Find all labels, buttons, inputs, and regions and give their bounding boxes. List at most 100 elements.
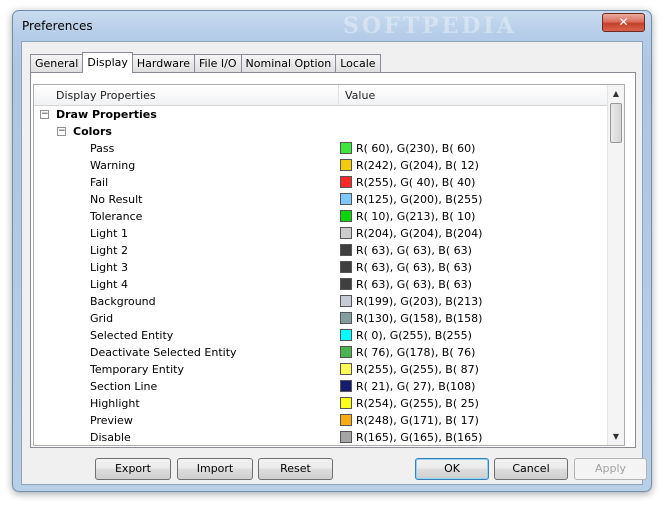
property-name: Background xyxy=(90,295,156,308)
property-name: Preview xyxy=(90,414,133,427)
color-swatch[interactable] xyxy=(340,295,352,307)
group-label: Draw Properties xyxy=(56,108,157,121)
property-value[interactable]: R( 21), G( 27), B(108) xyxy=(340,378,475,395)
property-value[interactable]: R(130), G(158), B(158) xyxy=(340,310,482,327)
property-value[interactable]: R( 0), G(255), B(255) xyxy=(340,327,472,344)
tab-file-io[interactable]: File I/O xyxy=(194,54,242,73)
color-swatch[interactable] xyxy=(340,261,352,273)
collapse-icon[interactable]: − xyxy=(40,110,49,119)
property-value[interactable]: R(125), G(200), B(255) xyxy=(340,191,482,208)
property-row[interactable]: Tolerance R( 10), G(213), B( 10) xyxy=(34,208,609,225)
property-row[interactable]: Section Line R( 21), G( 27), B(108) xyxy=(34,378,609,395)
property-row[interactable]: Pass R( 60), G(230), B( 60) xyxy=(34,140,609,157)
property-name: Disable xyxy=(90,431,131,444)
property-row[interactable]: Warning R(242), G(204), B( 12) xyxy=(34,157,609,174)
ok-button[interactable]: OK xyxy=(415,458,489,480)
color-swatch[interactable] xyxy=(340,346,352,358)
scroll-down-arrow-icon[interactable]: ▼ xyxy=(608,428,624,445)
property-value[interactable]: R( 60), G(230), B( 60) xyxy=(340,140,475,157)
property-row[interactable]: Background R(199), G(203), B(213) xyxy=(34,293,609,310)
color-swatch[interactable] xyxy=(340,159,352,171)
property-value[interactable]: R(199), G(203), B(213) xyxy=(340,293,482,310)
property-name: Light 4 xyxy=(90,278,128,291)
property-row[interactable]: Disable R(165), G(165), B(165) xyxy=(34,429,609,445)
property-name: Tolerance xyxy=(90,210,143,223)
cancel-button[interactable]: Cancel xyxy=(494,458,568,480)
property-name: Light 3 xyxy=(90,261,128,274)
property-row[interactable]: No Result R(125), G(200), B(255) xyxy=(34,191,609,208)
close-button[interactable]: ✕ xyxy=(602,13,645,32)
property-row[interactable]: Selected Entity R( 0), G(255), B(255) xyxy=(34,327,609,344)
property-row[interactable]: Light 1 R(204), G(204), B(204) xyxy=(34,225,609,242)
property-row[interactable]: Grid R(130), G(158), B(158) xyxy=(34,310,609,327)
column-header-value[interactable]: Value xyxy=(339,85,609,106)
property-name: Light 2 xyxy=(90,244,128,257)
property-row[interactable]: Light 3 R( 63), G( 63), B( 63) xyxy=(34,259,609,276)
dialog-client-area: General Display Hardware File I/O Nomina… xyxy=(21,41,647,485)
window-title: Preferences xyxy=(22,19,93,33)
color-swatch[interactable] xyxy=(340,278,352,290)
scroll-thumb[interactable] xyxy=(610,103,622,143)
color-swatch[interactable] xyxy=(340,244,352,256)
property-name: Deactivate Selected Entity xyxy=(90,346,237,359)
property-name: Grid xyxy=(90,312,114,325)
property-value[interactable]: R( 63), G( 63), B( 63) xyxy=(340,259,472,276)
property-value[interactable]: R(242), G(204), B( 12) xyxy=(340,157,479,174)
color-swatch[interactable] xyxy=(340,380,352,392)
color-value-text: R( 21), G( 27), B(108) xyxy=(356,380,476,393)
color-swatch[interactable] xyxy=(340,176,352,188)
color-swatch[interactable] xyxy=(340,329,352,341)
tab-hardware[interactable]: Hardware xyxy=(131,54,196,73)
color-swatch[interactable] xyxy=(340,431,352,443)
property-row[interactable]: Preview R(248), G(171), B( 17) xyxy=(34,412,609,429)
property-row[interactable]: Temporary Entity R(255), G(255), B( 87) xyxy=(34,361,609,378)
color-value-text: R( 63), G( 63), B( 63) xyxy=(356,278,472,291)
scroll-up-arrow-icon[interactable]: ▲ xyxy=(608,85,624,102)
column-header-property[interactable]: Display Properties xyxy=(34,85,339,106)
property-name: Selected Entity xyxy=(90,329,174,342)
property-value[interactable]: R( 63), G( 63), B( 63) xyxy=(340,242,472,259)
property-name: Fail xyxy=(90,176,109,189)
property-value[interactable]: R(255), G( 40), B( 40) xyxy=(340,174,475,191)
tab-display[interactable]: Display xyxy=(82,52,133,73)
property-value[interactable]: R(255), G(255), B( 87) xyxy=(340,361,479,378)
reset-button[interactable]: Reset xyxy=(258,458,333,480)
import-button[interactable]: Import xyxy=(177,458,253,480)
color-value-text: R( 0), G(255), B(255) xyxy=(356,329,472,342)
property-row[interactable]: Fail R(255), G( 40), B( 40) xyxy=(34,174,609,191)
color-value-text: R(242), G(204), B( 12) xyxy=(356,159,479,172)
property-value[interactable]: R(204), G(204), B(204) xyxy=(340,225,482,242)
color-swatch[interactable] xyxy=(340,312,352,324)
property-row[interactable]: Light 4 R( 63), G( 63), B( 63) xyxy=(34,276,609,293)
property-name: Section Line xyxy=(90,380,158,393)
property-value[interactable]: R( 63), G( 63), B( 63) xyxy=(340,276,472,293)
color-swatch[interactable] xyxy=(340,397,352,409)
property-value[interactable]: R( 10), G(213), B( 10) xyxy=(340,208,475,225)
color-swatch[interactable] xyxy=(340,227,352,239)
tab-nominal-option[interactable]: Nominal Option xyxy=(240,54,337,73)
color-swatch[interactable] xyxy=(340,363,352,375)
tab-general[interactable]: General xyxy=(30,54,84,73)
color-swatch[interactable] xyxy=(340,193,352,205)
color-swatch[interactable] xyxy=(340,210,352,222)
property-row[interactable]: Light 2 R( 63), G( 63), B( 63) xyxy=(34,242,609,259)
property-value[interactable]: R(165), G(165), B(165) xyxy=(340,429,482,445)
property-row[interactable]: Highlight R(254), G(255), B( 25) xyxy=(34,395,609,412)
color-swatch[interactable] xyxy=(340,142,352,154)
color-value-text: R( 63), G( 63), B( 63) xyxy=(356,244,472,257)
group-draw-properties[interactable]: − Draw Properties xyxy=(34,106,609,123)
vertical-scrollbar[interactable]: ▲ ▼ xyxy=(607,85,624,445)
property-value[interactable]: R(254), G(255), B( 25) xyxy=(340,395,479,412)
tab-strip: General Display Hardware File I/O Nomina… xyxy=(30,52,381,73)
color-swatch[interactable] xyxy=(340,414,352,426)
property-value[interactable]: R(248), G(171), B( 17) xyxy=(340,412,479,429)
group-colors[interactable]: − Colors xyxy=(34,123,609,140)
export-button[interactable]: Export xyxy=(95,458,171,480)
title-bar[interactable]: Preferences SOFTPEDIA ✕ xyxy=(13,11,651,41)
apply-button[interactable]: Apply xyxy=(574,458,647,480)
property-value[interactable]: R( 76), G(178), B( 76) xyxy=(340,344,475,361)
tab-locale[interactable]: Locale xyxy=(335,54,381,73)
property-name: Light 1 xyxy=(90,227,128,240)
property-row[interactable]: Deactivate Selected Entity R( 76), G(178)… xyxy=(34,344,609,361)
collapse-icon[interactable]: − xyxy=(57,127,66,136)
